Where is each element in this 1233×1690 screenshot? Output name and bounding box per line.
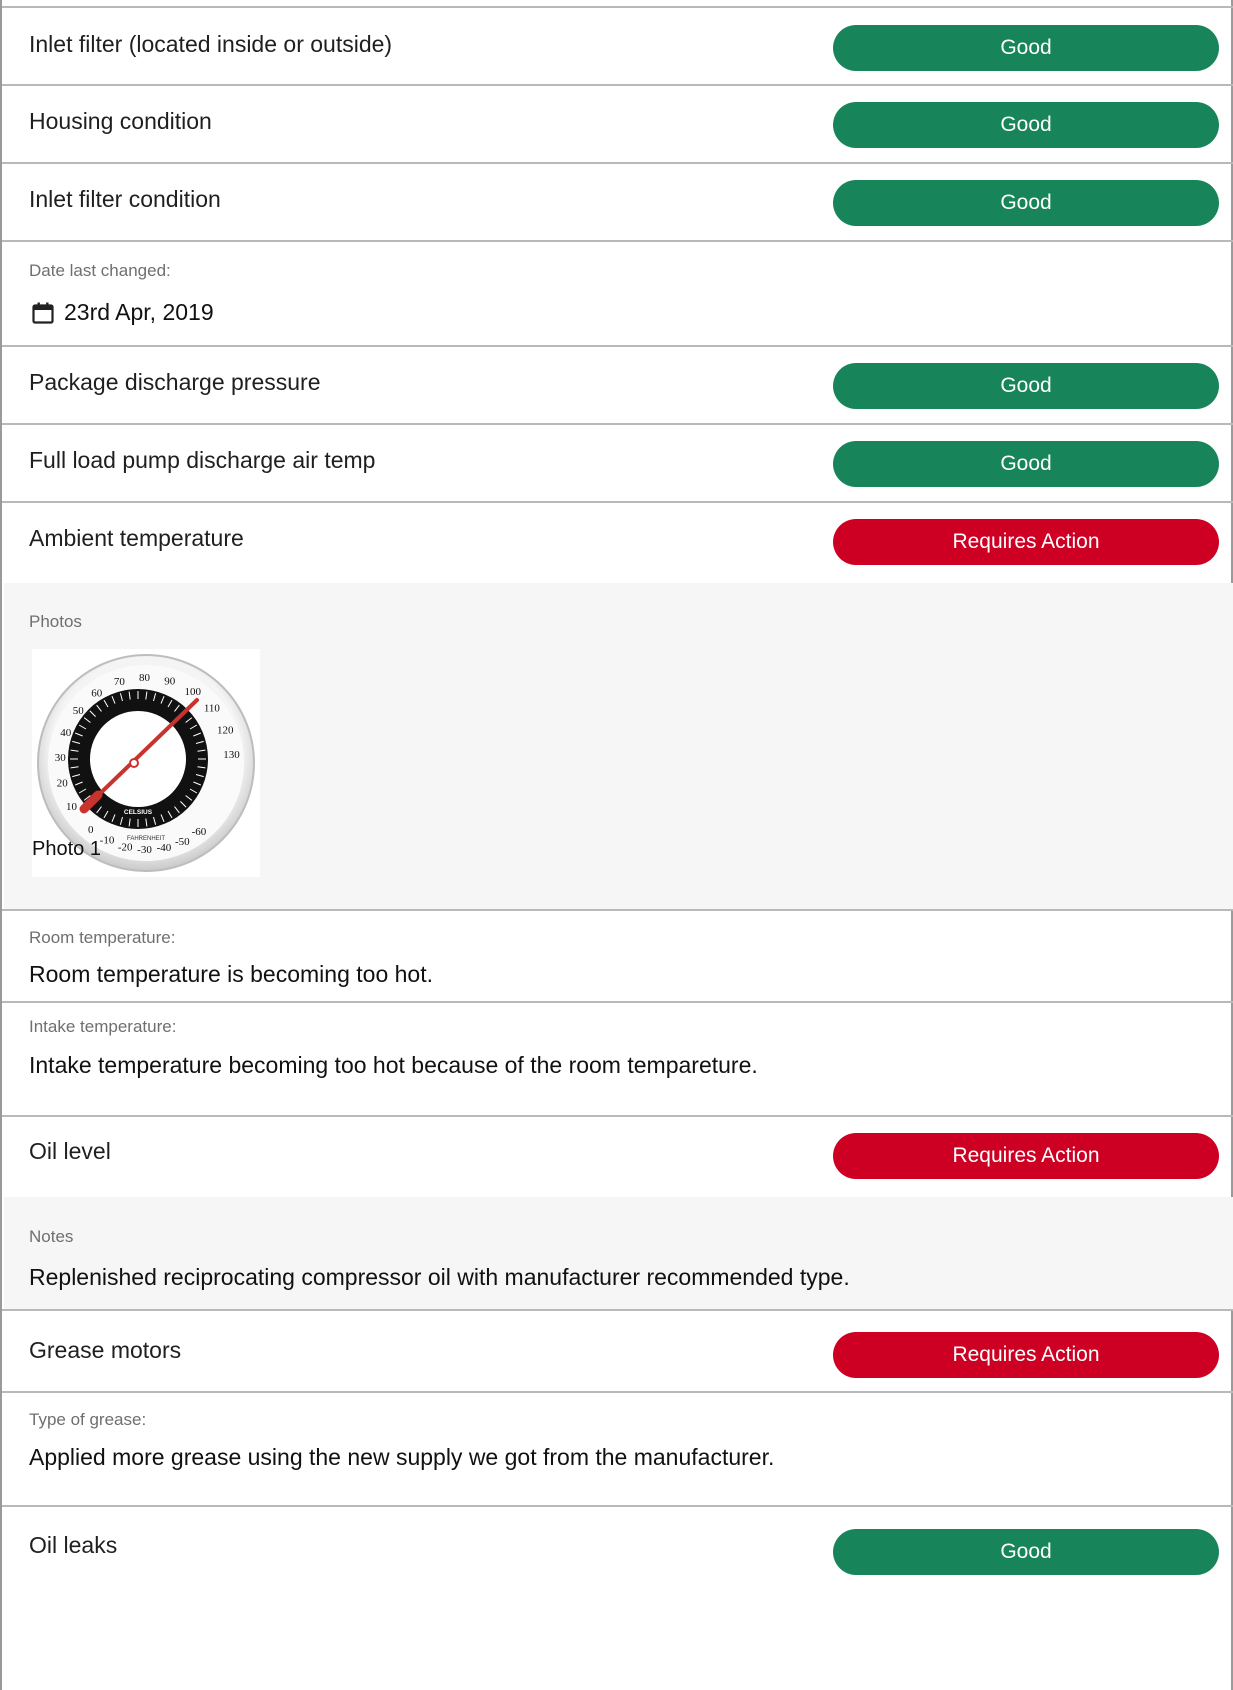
date-last-changed-field: Date last changed: 23rd Apr, 2019 — [4, 242, 1233, 345]
dial-label: 30 — [55, 752, 66, 764]
photos-caption: Photos — [29, 612, 82, 631]
row-label: Oil level — [29, 1138, 111, 1164]
checklist-row-oil-leaks: Oil leaks Good — [4, 1507, 1233, 1587]
row-label: Oil leaks — [29, 1532, 118, 1558]
dial-label: 60 — [91, 688, 103, 700]
inspection-checklist: Inlet filter (located inside or outside)… — [0, 0, 1233, 1690]
type-of-grease-field: Type of grease: Applied more grease usin… — [4, 1393, 1233, 1505]
date-value[interactable]: 23rd Apr, 2019 — [64, 298, 214, 326]
field-caption: Date last changed: — [29, 261, 171, 280]
intake-temperature-field: Intake temperature: Intake temperature b… — [4, 1003, 1233, 1115]
field-caption: Room temperature: — [29, 928, 176, 947]
row-label: Grease motors — [29, 1337, 182, 1363]
status-badge-requires-action[interactable]: Requires Action — [833, 1133, 1219, 1179]
dial-label: 50 — [73, 705, 85, 717]
notes-section: Notes Replenished reciprocating compress… — [4, 1197, 1233, 1309]
field-caption: Intake temperature: — [29, 1017, 177, 1036]
checklist-row-housing-condition: Housing condition Good — [4, 86, 1233, 162]
dial-label: 120 — [217, 724, 234, 736]
photo-label: Photo 1 — [32, 838, 101, 860]
checklist-row-grease-motors: Grease motors Requires Action — [4, 1311, 1233, 1391]
dial-label: 110 — [204, 703, 221, 715]
status-badge-good[interactable]: Good — [833, 102, 1219, 148]
checklist-row-inlet-filter-condition: Inlet filter condition Good — [4, 164, 1233, 240]
dial-label: 90 — [164, 675, 176, 687]
row-label: Housing condition — [29, 108, 212, 134]
room-temperature-field: Room temperature: Room temperature is be… — [4, 911, 1233, 1001]
row-label: Full load pump discharge air temp — [29, 447, 376, 473]
field-caption: Type of grease: — [29, 1410, 147, 1429]
status-badge-good[interactable]: Good — [833, 363, 1219, 409]
dial-label: 80 — [139, 672, 151, 684]
status-badge-good[interactable]: Good — [833, 1529, 1219, 1575]
dial-label: -10 — [100, 835, 115, 847]
row-label: Package discharge pressure — [29, 369, 321, 395]
status-badge-requires-action[interactable]: Requires Action — [833, 519, 1219, 565]
dial-label: -50 — [175, 836, 190, 848]
dial-label: -30 — [137, 844, 152, 856]
photos-section: Photos 10 20 30 40 50 60 70 80 90 100 110 120 130 0 -1… — [4, 583, 1233, 909]
checklist-row-ambient-temperature: Ambient temperature Requires Action — [4, 503, 1233, 583]
field-value: Intake temperature becoming too hot beca… — [29, 1052, 758, 1078]
dial-label: -40 — [157, 842, 172, 854]
dial-label: 40 — [60, 727, 71, 739]
row-label: Inlet filter condition — [29, 186, 221, 212]
row-label: Inlet filter (located inside or outside) — [29, 31, 393, 57]
status-badge-good[interactable]: Good — [833, 25, 1219, 71]
dial-label: 130 — [223, 749, 240, 761]
calendar-icon — [32, 302, 54, 324]
status-badge-requires-action[interactable]: Requires Action — [833, 1332, 1219, 1378]
dial-label: 100 — [185, 686, 202, 698]
needle-pivot — [129, 758, 139, 768]
notes-value: Replenished reciprocating compressor oil… — [29, 1264, 850, 1290]
status-badge-good[interactable]: Good — [833, 441, 1219, 487]
fahrenheit-text: FAHRENHEIT — [127, 836, 165, 842]
dial-label: 10 — [66, 801, 78, 813]
checklist-row-inlet-filter: Inlet filter (located inside or outside)… — [4, 8, 1233, 84]
status-badge-good[interactable]: Good — [833, 180, 1219, 226]
field-value: Room temperature is becoming too hot. — [29, 961, 433, 987]
checklist-row-oil-level: Oil level Requires Action — [4, 1117, 1233, 1197]
dial-label: -60 — [192, 826, 207, 838]
dial-label: -20 — [118, 841, 133, 853]
checklist-row-package-discharge-pressure: Package discharge pressure Good — [4, 347, 1233, 423]
checklist-row-pump-discharge-air-temp: Full load pump discharge air temp Good — [4, 425, 1233, 501]
dial-label: 20 — [57, 777, 68, 789]
row-label: Ambient temperature — [29, 525, 244, 551]
dial-label: 70 — [114, 676, 126, 688]
notes-caption: Notes — [29, 1227, 74, 1246]
celsius-text: CELSIUS — [124, 809, 153, 816]
field-value: Applied more grease using the new supply… — [29, 1444, 775, 1470]
